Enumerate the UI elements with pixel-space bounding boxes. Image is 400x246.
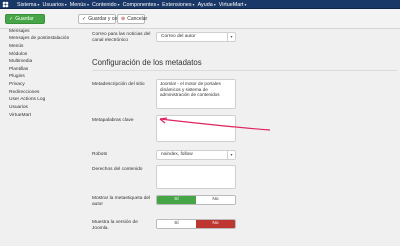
sidebar-item-modulos[interactable]: Módulos	[9, 52, 27, 57]
email-policy-value: Correo del autor	[161, 34, 196, 39]
menu-label: Contenido	[92, 2, 117, 8]
menu-extensiones[interactable]: Extensiones▾	[162, 1, 197, 9]
toolbar: ✓ Guardar ✓ Guardar y cerrar ⊗ Cancelar	[0, 9, 400, 29]
section-divider	[92, 70, 397, 71]
annotation-arrow-icon	[159, 117, 271, 131]
sidebar-item-menus[interactable]: Menús	[9, 44, 23, 49]
sidebar-item-privacy[interactable]: Privacy	[9, 82, 25, 87]
caret-down-icon: ▾	[192, 2, 195, 7]
show-version-yes[interactable]: Sí	[157, 220, 196, 228]
caret-down-icon: ▾	[244, 2, 247, 7]
show-version-toggle[interactable]: Sí No	[156, 219, 236, 229]
admin-menu: Sistema▾ Usuarios▾ Menús▾ Contenido▾ Com…	[17, 1, 250, 9]
email-policy-select[interactable]: Correo del autor ▾	[156, 32, 236, 42]
sidebar-item-multimedia[interactable]: Multimedia	[9, 59, 32, 64]
show-author-toggle[interactable]: Sí No	[156, 195, 236, 205]
caret-down-icon: ▾	[64, 2, 67, 7]
sidebar-item-plugins[interactable]: Plugins	[9, 74, 25, 79]
menu-menus[interactable]: Menús▾	[70, 1, 92, 9]
caret-down-icon: ▾	[157, 2, 160, 7]
check-icon: ✓	[82, 16, 87, 22]
menu-componentes[interactable]: Componentes▾	[123, 1, 163, 9]
sidebar-item-user-actions-log[interactable]: User Actions Log	[9, 97, 45, 102]
menu-label: Usuarios	[42, 2, 64, 8]
save-button[interactable]: ✓ Guardar	[5, 14, 45, 24]
menu-label: Sistema	[17, 2, 37, 8]
sidebar: Mensajes Mensajes de postinstalación Men…	[0, 29, 82, 246]
show-author-yes[interactable]: Sí	[157, 196, 196, 204]
menu-contenido[interactable]: Contenido▾	[92, 1, 123, 9]
cancel-button[interactable]: ⊗ Cancelar	[117, 14, 148, 24]
caret-down-icon: ▾	[37, 2, 40, 7]
sidebar-item-plantillas[interactable]: Plantillas	[9, 67, 28, 72]
chevron-down-icon: ▾	[227, 33, 235, 41]
menu-label: Menús	[69, 2, 86, 8]
close-icon: ⊗	[121, 16, 126, 22]
sidebar-item-redirecciones[interactable]: Redirecciones	[9, 90, 39, 95]
save-button-label: Guardar	[15, 16, 34, 22]
menu-ayuda[interactable]: Ayuda▾	[198, 1, 219, 9]
menu-label: Extensiones	[162, 2, 192, 8]
robots-value: noindex, follow	[161, 152, 193, 157]
menu-usuarios[interactable]: Usuarios▾	[43, 1, 70, 9]
joomla-logo-icon[interactable]	[2, 1, 9, 8]
menu-sistema[interactable]: Sistema▾	[17, 1, 43, 9]
show-version-label: Muestra la versión de Joomla.	[92, 220, 138, 231]
admin-menu-bar: Sistema▾ Usuarios▾ Menús▾ Contenido▾ Com…	[0, 0, 400, 9]
sidebar-item-mensajes-postinstalacion[interactable]: Mensajes de postinstalación	[9, 36, 69, 41]
menu-virtuemart[interactable]: VirtueMart▾	[219, 1, 250, 9]
meta-keywords-label: Metapalabras clave	[92, 118, 134, 123]
check-icon: ✓	[9, 16, 14, 22]
menu-label: Ayuda	[197, 2, 213, 8]
content-rights-textarea[interactable]	[156, 165, 236, 189]
caret-down-icon: ▾	[213, 2, 216, 7]
save-close-button[interactable]: ✓ Guardar y cerrar	[78, 14, 125, 24]
email-policy-label: Correo para las noticias del canal elect…	[92, 32, 151, 43]
meta-description-textarea[interactable]: Joomla! - el motor de portales dinámicos…	[156, 79, 236, 109]
section-title: Configuración de los metadatos	[92, 58, 202, 67]
robots-select[interactable]: noindex, follow ▾	[156, 150, 236, 160]
show-author-label: Mostrar la metaetiqueta del autor	[92, 196, 151, 207]
robots-label: Robots	[92, 152, 108, 157]
show-author-no[interactable]: No	[196, 196, 235, 204]
main-form: Correo para las noticias del canal elect…	[88, 30, 400, 246]
menu-label: VirtueMart	[218, 2, 244, 8]
caret-down-icon: ▾	[117, 2, 120, 7]
menu-label: Componentes	[122, 2, 157, 8]
sidebar-item-virtuemart[interactable]: VirtueMart	[9, 113, 31, 118]
meta-description-label: Metadescripción del sitio	[92, 82, 145, 87]
sidebar-item-usuarios[interactable]: Usuarios	[9, 105, 28, 110]
sidebar-item-mensajes[interactable]: Mensajes	[9, 29, 30, 34]
cancel-button-label: Cancelar	[127, 16, 148, 22]
caret-down-icon: ▾	[86, 2, 89, 7]
chevron-down-icon: ▾	[227, 151, 235, 159]
show-version-no[interactable]: No	[196, 220, 235, 228]
content-rights-label: Derechos del contenido	[92, 167, 143, 172]
